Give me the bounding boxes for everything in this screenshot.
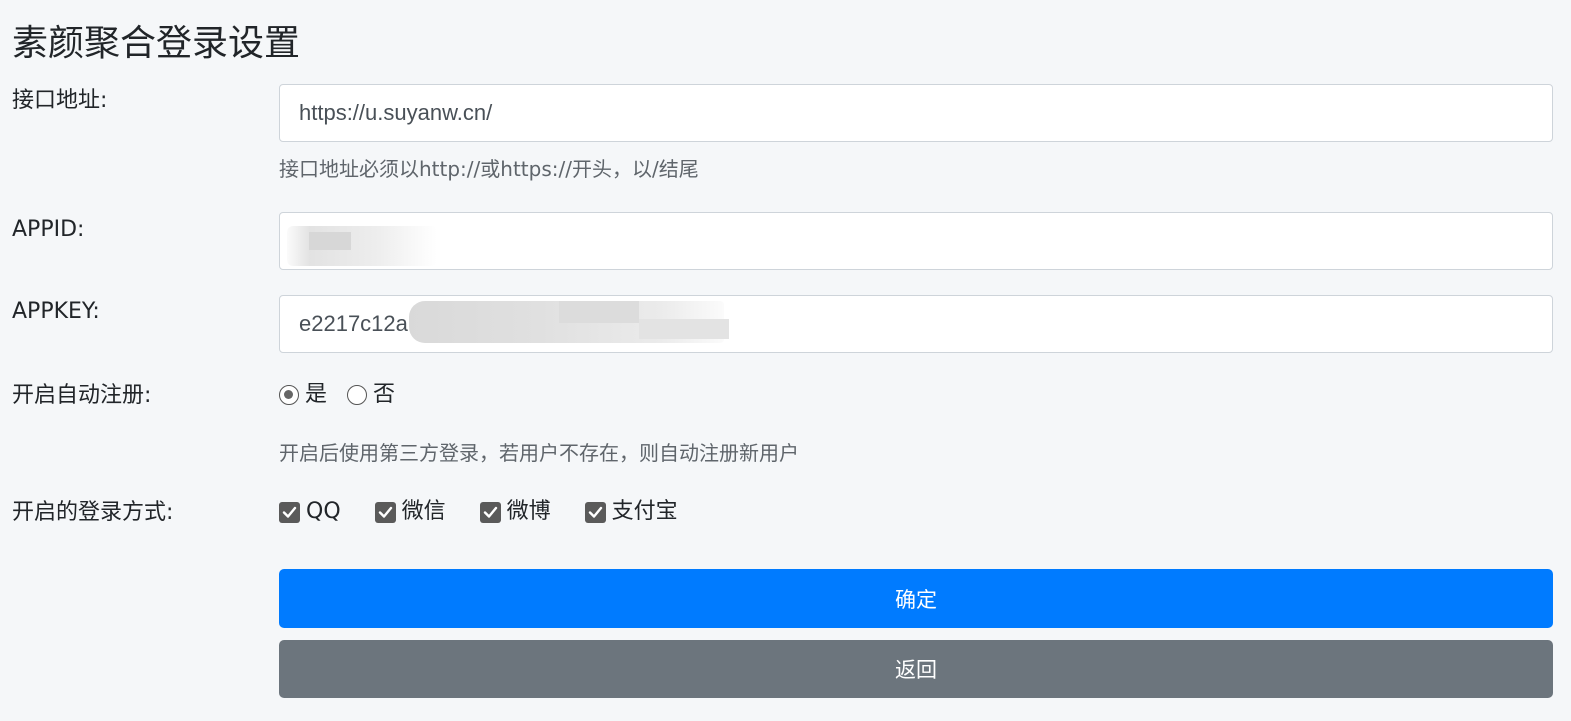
appid-field xyxy=(279,212,1553,270)
api-url-help: 接口地址必须以http://或https://开头，以/结尾 xyxy=(279,157,699,181)
login-method-alipay-checkbox[interactable] xyxy=(584,501,606,523)
login-method-qq-label: QQ xyxy=(306,499,341,524)
login-method-alipay-label: 支付宝 xyxy=(611,499,678,524)
login-method-weibo-option[interactable]: 微博 xyxy=(479,497,551,527)
confirm-button[interactable]: 确定 xyxy=(279,569,1553,628)
auto-register-yes-radio[interactable] xyxy=(279,385,299,405)
appid-input[interactable] xyxy=(279,212,1553,270)
api-url-label: 接口地址: xyxy=(12,88,108,113)
check-icon xyxy=(282,506,297,518)
appkey-label: APPKEY: xyxy=(12,299,100,324)
login-methods-label: 开启的登录方式: xyxy=(12,500,174,525)
login-method-weibo-checkbox[interactable] xyxy=(479,501,501,523)
appid-label: APPID: xyxy=(12,217,85,242)
login-method-alipay-option[interactable]: 支付宝 xyxy=(584,497,678,527)
appkey-field xyxy=(279,295,1553,353)
back-button[interactable]: 返回 xyxy=(279,640,1553,698)
auto-register-no-label: 否 xyxy=(373,382,396,407)
login-method-wechat-option[interactable]: 微信 xyxy=(374,497,446,527)
api-url-input[interactable] xyxy=(279,84,1553,142)
check-icon xyxy=(378,506,392,518)
login-methods-checkbox-group: QQ 微信 微博 支付宝 xyxy=(279,497,712,527)
auto-register-radio-group: 是 否 xyxy=(279,380,415,410)
check-icon xyxy=(483,506,497,518)
auto-register-yes-label: 是 xyxy=(305,382,328,407)
settings-page: 素颜聚合登录设置 接口地址: 接口地址必须以http://或https://开头… xyxy=(0,0,1571,721)
login-method-wechat-label: 微信 xyxy=(401,499,446,524)
login-method-qq-checkbox[interactable] xyxy=(279,501,300,523)
check-icon xyxy=(588,506,602,518)
page-title: 素颜聚合登录设置 xyxy=(12,23,301,64)
auto-register-help: 开启后使用第三方登录，若用户不存在，则自动注册新用户 xyxy=(279,441,799,465)
auto-register-no-option[interactable]: 否 xyxy=(347,380,395,410)
auto-register-yes-option[interactable]: 是 xyxy=(279,380,327,410)
auto-register-no-radio[interactable] xyxy=(347,385,368,405)
login-method-wechat-checkbox[interactable] xyxy=(374,501,396,523)
login-method-qq-option[interactable]: QQ xyxy=(279,497,341,527)
login-method-weibo-label: 微博 xyxy=(506,499,551,524)
auto-register-label: 开启自动注册: xyxy=(12,383,152,408)
appkey-input[interactable] xyxy=(279,295,1553,353)
